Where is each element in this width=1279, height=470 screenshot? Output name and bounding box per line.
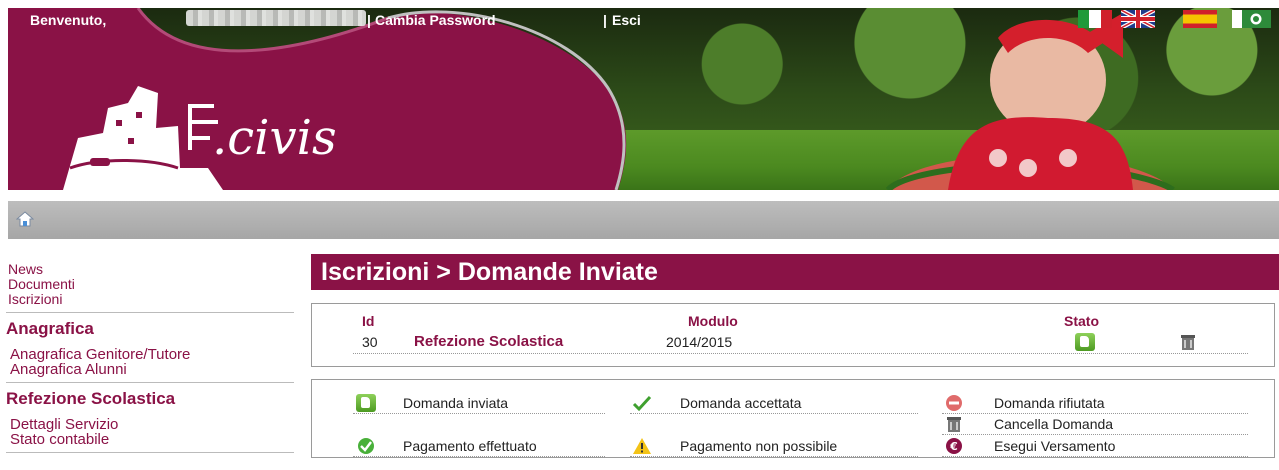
row-divider bbox=[353, 353, 1248, 354]
sidebar-item-news[interactable]: News bbox=[8, 262, 43, 277]
column-header-modulo: Modulo bbox=[688, 313, 738, 329]
separator: | bbox=[603, 12, 607, 28]
flag-other-icon[interactable] bbox=[1232, 10, 1271, 28]
divider bbox=[942, 434, 1248, 435]
legend-label: Pagamento effettuato bbox=[403, 438, 537, 454]
row-servizio-link[interactable]: Refezione Scolastica bbox=[414, 333, 563, 350]
header-banner: .civis bbox=[8, 8, 1279, 190]
legend-label: Cancella Domanda bbox=[994, 416, 1114, 432]
row-id: 30 bbox=[362, 334, 378, 350]
column-header-stato: Stato bbox=[1064, 313, 1099, 329]
sidebar-item-anagrafica-genitore[interactable]: Anagrafica Genitore/Tutore bbox=[10, 347, 190, 362]
divider bbox=[942, 413, 1248, 414]
legend-label: Domanda accettata bbox=[680, 395, 802, 411]
trash-icon[interactable] bbox=[1178, 333, 1198, 351]
column-header-id: Id bbox=[362, 313, 375, 329]
page-title-bar: Iscrizioni > Domande Inviate bbox=[311, 254, 1279, 290]
flag-italy-icon[interactable] bbox=[1078, 10, 1112, 28]
divider bbox=[6, 452, 294, 453]
legend-label: Domanda inviata bbox=[403, 395, 509, 411]
sidebar-section-anagrafica: Anagrafica bbox=[6, 319, 94, 338]
page-title: Iscrizioni > Domande Inviate bbox=[321, 258, 658, 286]
divider bbox=[6, 312, 294, 313]
divider bbox=[630, 413, 918, 414]
check-circle-icon bbox=[358, 438, 374, 454]
trash-icon bbox=[947, 417, 961, 432]
banner-graphics bbox=[8, 8, 1175, 190]
divider bbox=[942, 456, 1248, 457]
sidebar-item-anagrafica-alunni[interactable]: Anagrafica Alunni bbox=[10, 362, 127, 377]
legend-label: Pagamento non possibile bbox=[680, 438, 838, 454]
separator: | bbox=[367, 12, 371, 28]
divider bbox=[353, 413, 605, 414]
euro-icon: € bbox=[946, 438, 962, 454]
brand-text: .civis bbox=[212, 110, 337, 166]
home-icon[interactable] bbox=[16, 211, 34, 227]
change-password-link[interactable]: Cambia Password bbox=[375, 12, 496, 28]
sidebar-item-documenti[interactable]: Documenti bbox=[8, 277, 75, 292]
top-navigation-bar bbox=[8, 201, 1279, 239]
flag-uk-icon[interactable] bbox=[1121, 10, 1155, 28]
no-entry-icon bbox=[946, 395, 962, 411]
divider bbox=[630, 456, 918, 457]
checkmark-icon bbox=[632, 395, 652, 412]
user-name-redacted bbox=[186, 10, 366, 26]
warning-icon bbox=[633, 438, 651, 454]
row-anno: 2014/2015 bbox=[666, 334, 733, 350]
flag-spain-icon[interactable] bbox=[1183, 10, 1217, 28]
greeting-text: Benvenuto, bbox=[30, 12, 107, 28]
sidebar-section-refezione: Refezione Scolastica bbox=[6, 389, 176, 408]
svg-text:€: € bbox=[949, 440, 958, 453]
sidebar-item-dettagli-servizio[interactable]: Dettagli Servizio bbox=[10, 417, 118, 432]
logout-link[interactable]: Esci bbox=[612, 12, 641, 28]
sidebar-item-iscrizioni[interactable]: Iscrizioni bbox=[8, 292, 62, 307]
legend-label: Domanda rifiutata bbox=[994, 395, 1105, 411]
thumbs-up-icon bbox=[356, 394, 376, 412]
sidebar-item-stato-contabile[interactable]: Stato contabile bbox=[10, 432, 109, 447]
divider bbox=[6, 382, 294, 383]
legend-label: Esegui Versamento bbox=[994, 438, 1116, 454]
thumbs-up-icon bbox=[1075, 333, 1095, 351]
divider bbox=[353, 456, 605, 457]
